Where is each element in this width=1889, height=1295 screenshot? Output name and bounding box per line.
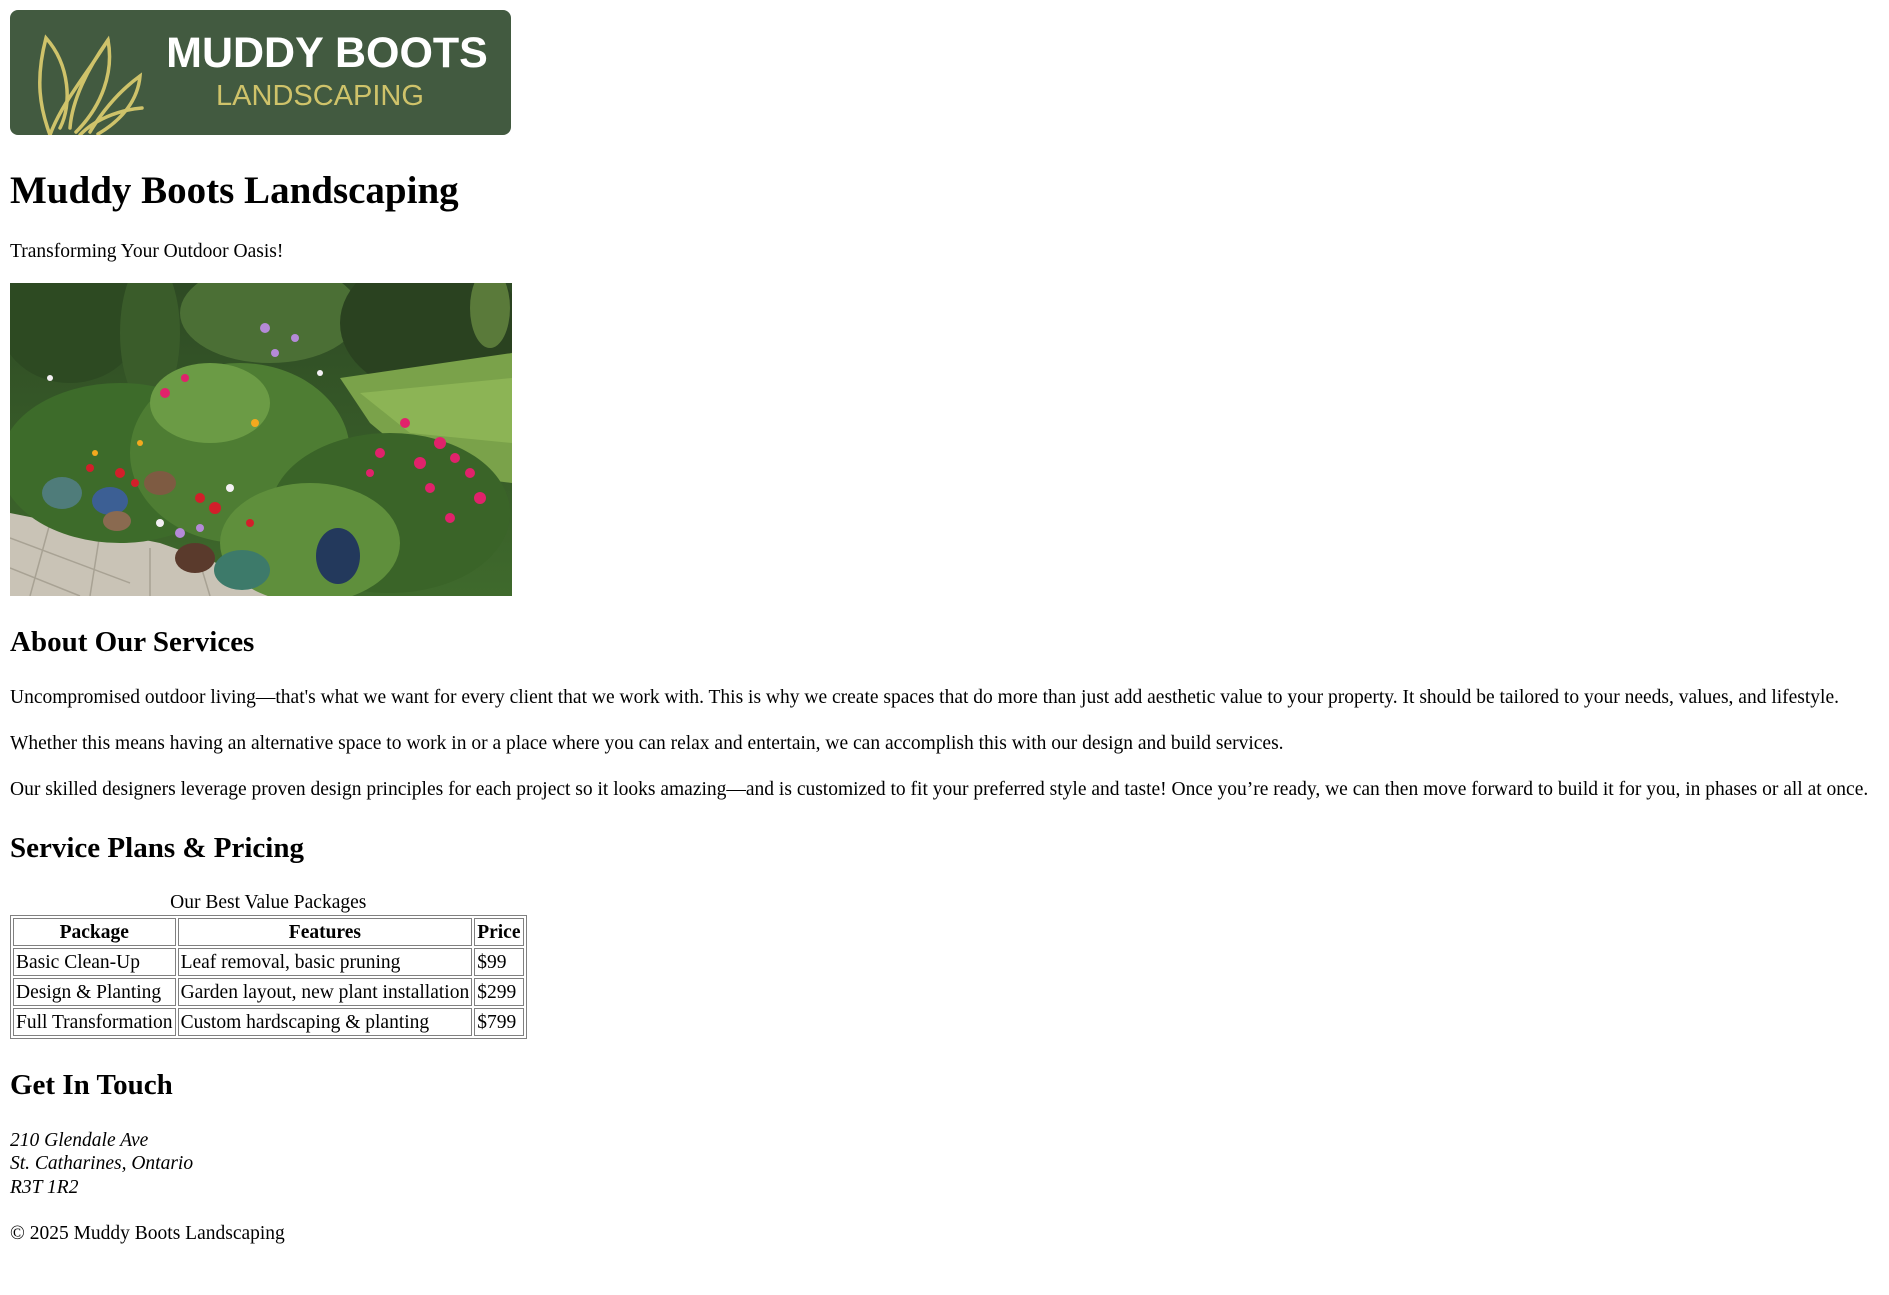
features-cell: Custom hardscaping & planting (177, 1008, 473, 1037)
pricing-heading: Service Plans & Pricing (10, 831, 304, 864)
features-cell: Leaf removal, basic pruning (177, 948, 473, 977)
address-street: 210 Glendale Ave (10, 1129, 149, 1151)
about-paragraph: Uncompromised outdoor living—that's what… (10, 686, 1840, 708)
pricing-caption: Our Best Value Packages (170, 892, 367, 914)
logo: MUDDY BOOTS LANDSCAPING (10, 10, 511, 135)
logo-title: MUDDY BOOTS (166, 29, 488, 77)
about-paragraph: Our skilled designers leverage proven de… (10, 779, 1869, 801)
address-city: St. Catharines, Ontario (10, 1153, 194, 1175)
price-cell: $299 (474, 978, 524, 1007)
page: MUDDY BOOTS LANDSCAPING Muddy Boots Land… (0, 0, 1889, 1245)
price-cell: $99 (474, 948, 524, 977)
column-header-package: Package (13, 918, 176, 947)
column-header-price: Price (474, 918, 524, 947)
address: 210 Glendale Ave St. Catharines, Ontario… (10, 1129, 1879, 1199)
column-header-features: Features (177, 918, 473, 947)
about-heading: About Our Services (10, 626, 255, 659)
logo-subtitle: LANDSCAPING (216, 80, 424, 112)
package-cell: Design & Planting (13, 978, 176, 1007)
price-cell: $799 (474, 1008, 524, 1037)
table-header-row: Package Features Price (13, 918, 524, 947)
tagline: Transforming Your Outdoor Oasis! (10, 240, 284, 262)
garden-photo (10, 283, 512, 597)
table-row: Design & Planting Garden layout, new pla… (13, 978, 524, 1007)
footer-copyright: © 2025 Muddy Boots Landscaping (10, 1223, 285, 1244)
package-cell: Basic Clean-Up (13, 948, 176, 977)
table-row: Full Transformation Custom hardscaping &… (13, 1008, 524, 1037)
features-cell: Garden layout, new plant installation (177, 978, 473, 1007)
page-title: Muddy Boots Landscaping (10, 169, 459, 212)
package-cell: Full Transformation (13, 1008, 176, 1037)
leaf-icon: MUDDY BOOTS LANDSCAPING (38, 29, 488, 135)
pricing-table: Our Best Value Packages Package Features… (10, 891, 527, 1040)
table-row: Basic Clean-Up Leaf removal, basic pruni… (13, 948, 524, 977)
contact-heading: Get In Touch (10, 1069, 173, 1102)
address-postal-code: R3T 1R2 (10, 1176, 79, 1198)
about-paragraph: Whether this means having an alternative… (10, 732, 1284, 754)
